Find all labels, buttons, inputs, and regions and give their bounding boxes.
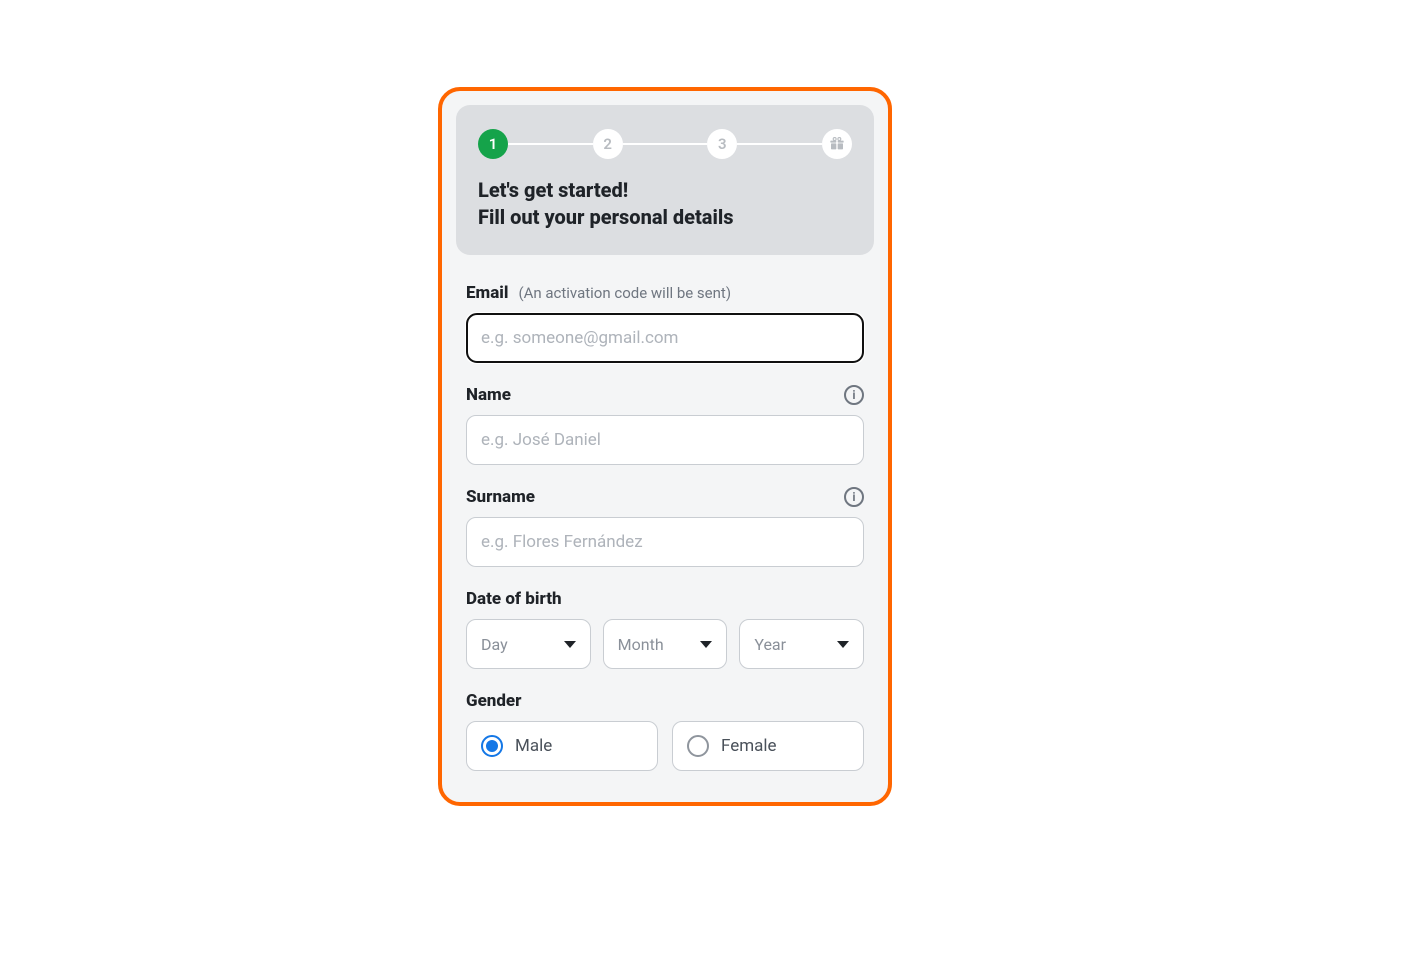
surname-input[interactable] (466, 517, 864, 567)
dob-field-group: Date of birth Day Month Year (466, 589, 864, 669)
surname-label: Surname (466, 487, 535, 507)
chevron-down-icon (700, 641, 712, 648)
radio-icon (687, 735, 709, 757)
step-2: 2 (593, 129, 623, 159)
gender-label: Gender (466, 691, 522, 711)
radio-dot-icon (486, 740, 498, 752)
stepper-title-line-2: Fill out your personal details (478, 205, 734, 229)
gender-male-label: Male (515, 736, 552, 756)
dob-label-row: Date of birth (466, 589, 864, 609)
email-input[interactable] (466, 313, 864, 363)
gift-icon (829, 136, 845, 152)
dob-selects: Day Month Year (466, 619, 864, 669)
email-field-group: Email (An activation code will be sent) (466, 283, 864, 363)
email-label: Email (466, 283, 508, 303)
stepper-title: Let's get started! Fill out your persona… (478, 177, 852, 231)
name-field-group: Name i (466, 385, 864, 465)
info-icon[interactable]: i (844, 385, 864, 405)
email-hint: (An activation code will be sent) (518, 284, 731, 302)
step-connector (623, 143, 708, 145)
gender-female-label: Female (721, 736, 777, 756)
gender-label-row: Gender (466, 691, 864, 711)
dob-label: Date of birth (466, 589, 562, 609)
email-label-row: Email (An activation code will be sent) (466, 283, 864, 303)
gender-male-option[interactable]: Male (466, 721, 658, 771)
name-label: Name (466, 385, 511, 405)
dob-month-value: Month (618, 635, 664, 654)
surname-field-group: Surname i (466, 487, 864, 567)
dob-year-select[interactable]: Year (739, 619, 864, 669)
step-1: 1 (478, 129, 508, 159)
stepper-header: 1 2 3 Let's get started! Fill out your p… (456, 105, 874, 255)
radio-icon (481, 735, 503, 757)
form-body: Email (An activation code will be sent) … (456, 283, 874, 771)
gender-options: Male Female (466, 721, 864, 771)
signup-card: 1 2 3 Let's get started! Fill out your p… (438, 87, 892, 806)
name-input[interactable] (466, 415, 864, 465)
step-connector (508, 143, 593, 145)
step-3: 3 (707, 129, 737, 159)
chevron-down-icon (837, 641, 849, 648)
dob-month-select[interactable]: Month (603, 619, 728, 669)
step-connector (737, 143, 822, 145)
step-final-gift (822, 129, 852, 159)
dob-year-value: Year (754, 635, 786, 654)
chevron-down-icon (564, 641, 576, 648)
dob-day-select[interactable]: Day (466, 619, 591, 669)
name-label-row: Name i (466, 385, 864, 405)
surname-label-row: Surname i (466, 487, 864, 507)
gender-field-group: Gender Male Female (466, 691, 864, 771)
stepper-title-line-1: Let's get started! (478, 178, 628, 202)
gender-female-option[interactable]: Female (672, 721, 864, 771)
dob-day-value: Day (481, 635, 508, 654)
email-label-wrap: Email (An activation code will be sent) (466, 283, 731, 303)
info-icon[interactable]: i (844, 487, 864, 507)
progress-steps: 1 2 3 (478, 129, 852, 159)
